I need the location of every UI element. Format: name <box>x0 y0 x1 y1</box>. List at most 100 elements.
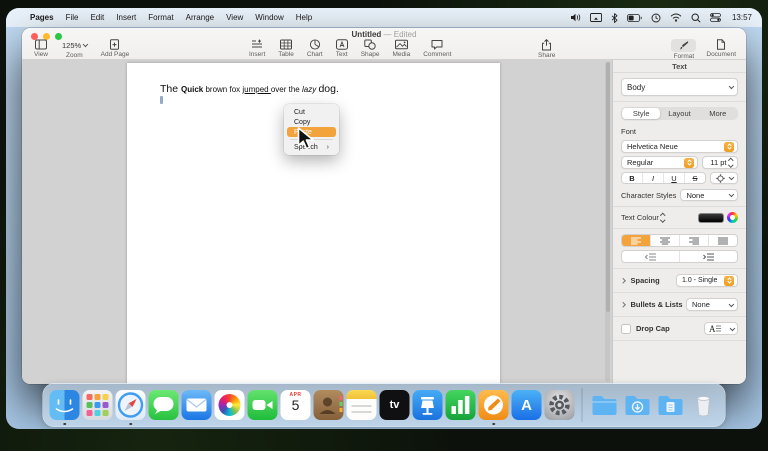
align-left-button[interactable] <box>622 235 651 246</box>
underline-button[interactable]: U <box>664 173 685 183</box>
control-center-icon[interactable] <box>710 13 721 22</box>
align-justify-button[interactable] <box>709 235 737 246</box>
table-button[interactable]: Table <box>278 39 294 58</box>
align-right-button[interactable] <box>680 235 709 246</box>
strikethrough-button[interactable]: S <box>685 173 705 183</box>
context-menu-cut[interactable]: Cut <box>287 107 336 117</box>
font-style-buttons: B I U S <box>621 172 706 184</box>
decrease-indent-button[interactable] <box>622 251 680 262</box>
dock-photos-icon[interactable] <box>215 390 245 420</box>
menu-help[interactable]: Help <box>290 13 318 22</box>
dock-notes-icon[interactable] <box>347 390 377 420</box>
dock-contacts-icon[interactable] <box>314 390 344 420</box>
wifi-icon[interactable] <box>670 13 682 22</box>
desktop-background: Pages File Edit Insert Format Arrange Vi… <box>0 0 768 451</box>
increase-indent-button[interactable] <box>680 251 737 262</box>
drop-cap-checkbox[interactable] <box>621 324 631 334</box>
menu-format[interactable]: Format <box>142 13 179 22</box>
comment-button[interactable]: Comment <box>423 39 451 58</box>
dock-numbers-icon[interactable] <box>446 390 476 420</box>
font-weight-stepper[interactable] <box>684 158 694 168</box>
menu-edit[interactable]: Edit <box>84 13 110 22</box>
dock-downloads-folder-icon[interactable] <box>623 390 653 420</box>
bold-button[interactable]: B <box>622 173 643 183</box>
dock-launchpad-icon[interactable] <box>83 390 113 420</box>
dock-safari-icon[interactable] <box>116 390 146 420</box>
character-styles-select[interactable]: None <box>680 189 738 201</box>
dock-mail-icon[interactable] <box>182 390 212 420</box>
share-button[interactable]: Share <box>538 39 555 59</box>
font-family-stepper[interactable] <box>724 142 734 152</box>
sidebar-header: Text <box>613 60 746 73</box>
dock-documents-folder-icon[interactable] <box>656 390 686 420</box>
tab-more[interactable]: More <box>699 108 737 119</box>
dock-folder-icon[interactable] <box>590 390 620 420</box>
search-icon[interactable] <box>691 13 701 23</box>
dock-facetime-icon[interactable] <box>248 390 278 420</box>
menu-file[interactable]: File <box>60 13 85 22</box>
text-colour-swatch[interactable] <box>698 213 724 223</box>
text-run-dog: dog. <box>318 83 338 95</box>
bullets-lists-select[interactable]: None <box>686 298 738 311</box>
menu-bar-clock[interactable]: 13:57 <box>730 13 752 22</box>
font-family-select[interactable]: Helvetica Neue <box>621 140 738 153</box>
menu-app-name[interactable]: Pages <box>24 13 60 22</box>
bullets-disclosure-icon[interactable] <box>620 302 625 307</box>
character-styles-label: Character Styles <box>621 191 676 200</box>
add-page-button[interactable]: Add Page <box>101 39 130 58</box>
dock-pages-icon[interactable] <box>479 390 509 420</box>
context-menu-copy[interactable]: Copy <box>287 117 336 127</box>
media-button[interactable]: Media <box>393 39 411 58</box>
zoom-control[interactable]: 125% Zoom <box>62 39 87 59</box>
menu-view[interactable]: View <box>220 13 249 22</box>
shape-button[interactable]: Shape <box>361 39 380 58</box>
screen-mirroring-icon[interactable] <box>590 13 602 22</box>
colour-wheel-button[interactable] <box>727 212 738 223</box>
italic-button[interactable]: I <box>643 173 664 183</box>
dock-appstore-icon[interactable]: A <box>512 390 542 420</box>
align-center-button[interactable] <box>651 235 680 246</box>
view-button[interactable]: View <box>34 39 48 58</box>
clock-icon[interactable] <box>651 13 661 23</box>
chart-button[interactable]: Chart <box>307 39 323 58</box>
drop-cap-style-select[interactable]: A <box>704 322 738 335</box>
font-weight-select[interactable]: Regular <box>621 156 698 169</box>
document-text-line[interactable]: The Quick brown fox jumped over the lazy… <box>160 83 339 95</box>
spacing-stepper[interactable] <box>724 276 734 286</box>
dock-finder-icon[interactable] <box>50 390 80 420</box>
dock-trash-icon[interactable] <box>689 390 719 420</box>
text-run-quick: Quick <box>181 85 205 94</box>
font-size-field[interactable]: 11 pt <box>702 156 738 169</box>
dock-keynote-icon[interactable] <box>413 390 443 420</box>
menu-arrange[interactable]: Arrange <box>180 13 220 22</box>
dock-messages-icon[interactable] <box>149 390 179 420</box>
dock-settings-icon[interactable] <box>545 390 575 420</box>
format-button[interactable]: Format <box>671 39 696 60</box>
text-run-brown-fox: brown fox <box>205 85 242 94</box>
bluetooth-icon[interactable] <box>611 13 618 23</box>
spacing-disclosure-icon[interactable] <box>620 278 625 283</box>
advanced-text-options-button[interactable] <box>710 172 738 184</box>
bullets-lists-label: Bullets & Lists <box>631 300 683 309</box>
dock-calendar-icon[interactable]: APR 5 <box>281 390 311 420</box>
format-sidebar: Text Body Style Layout More Font <box>612 60 746 384</box>
insert-button[interactable]: Insert <box>249 39 265 58</box>
text-run-jumped: jumped <box>242 85 270 94</box>
dock-separator <box>582 388 583 422</box>
text-run-lazy: lazy <box>302 85 318 94</box>
text-button[interactable]: Text <box>336 39 348 58</box>
svg-text:A: A <box>709 324 716 333</box>
volume-icon[interactable] <box>570 13 581 22</box>
menu-insert[interactable]: Insert <box>110 13 142 22</box>
tab-layout[interactable]: Layout <box>660 108 698 119</box>
canvas-scrollbar[interactable] <box>605 62 610 382</box>
mouse-cursor <box>297 127 317 156</box>
tab-style[interactable]: Style <box>622 108 660 119</box>
alignment-buttons <box>621 234 738 247</box>
paragraph-style-select[interactable]: Body <box>621 78 738 96</box>
dock-appletv-icon[interactable]: tv <box>380 390 410 420</box>
document-button[interactable]: Document <box>706 39 736 60</box>
battery-icon[interactable] <box>627 14 642 22</box>
spacing-select[interactable]: 1.0 - Single <box>676 274 738 287</box>
menu-window[interactable]: Window <box>249 13 289 22</box>
